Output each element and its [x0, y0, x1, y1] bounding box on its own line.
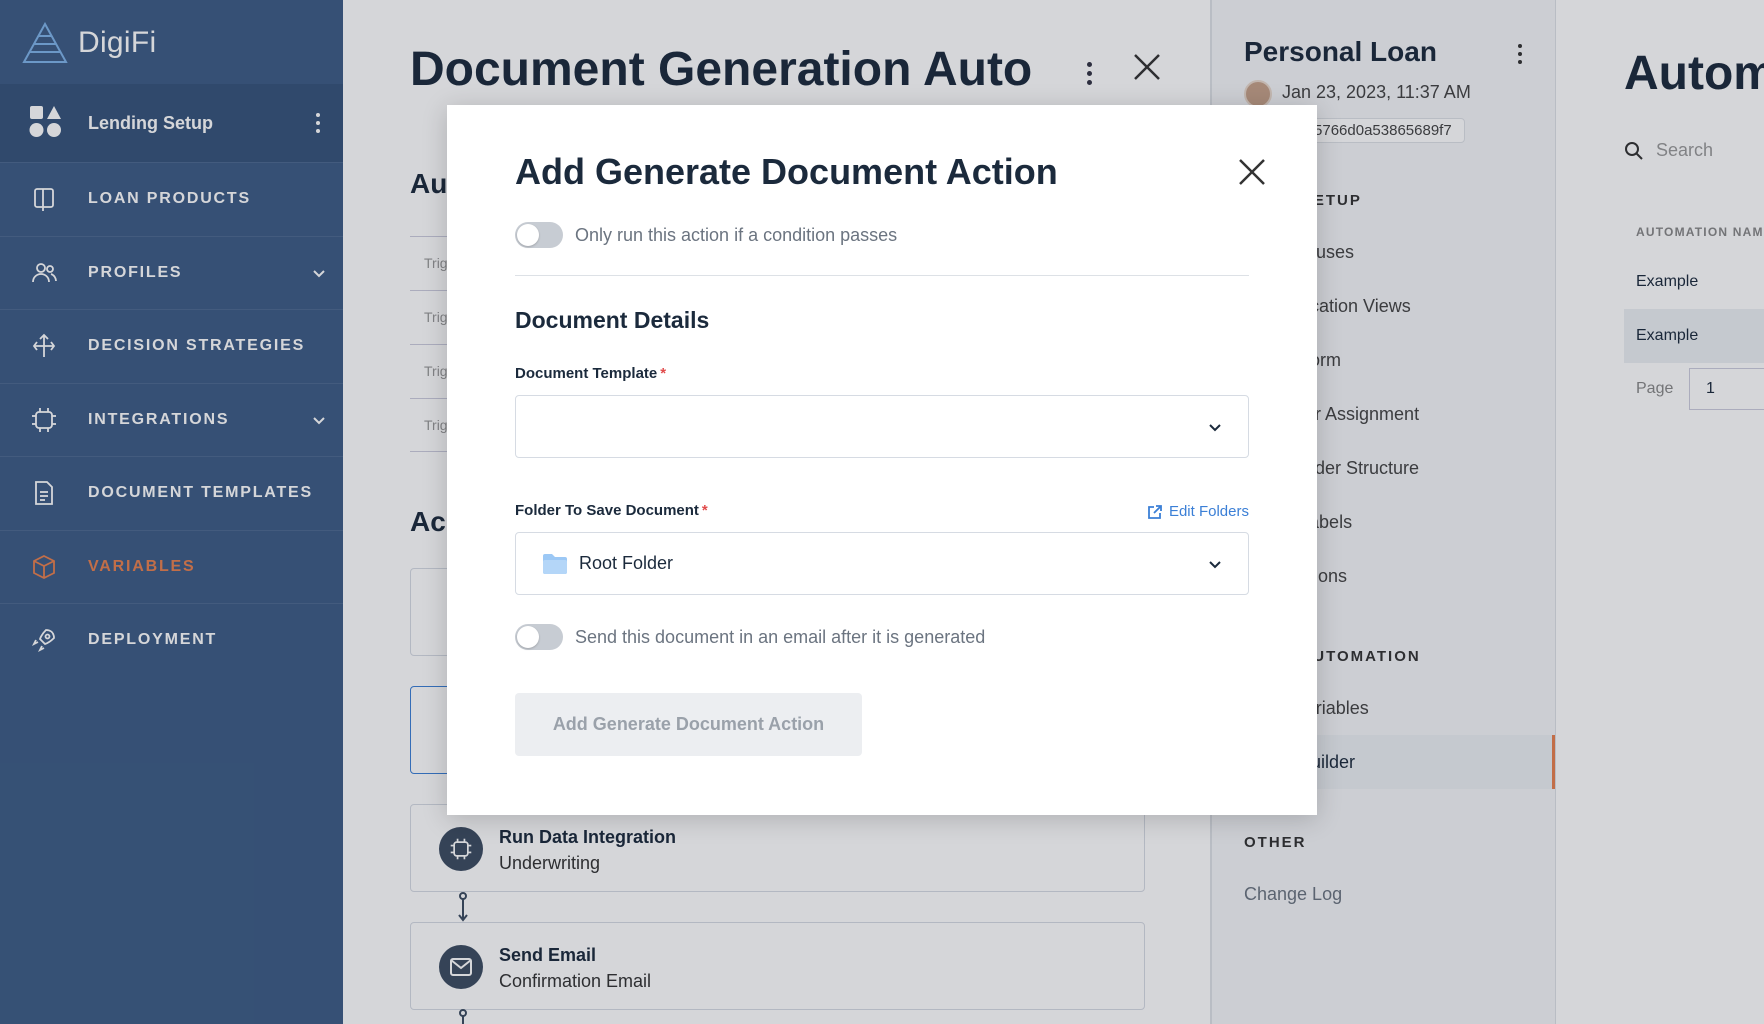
add-generate-document-modal: Add Generate Document Action Only run th… [447, 105, 1317, 815]
email-toggle[interactable] [515, 624, 563, 650]
condition-toggle-label: Only run this action if a condition pass… [575, 225, 898, 245]
external-link-icon [1148, 504, 1162, 519]
required-marker: * [660, 365, 667, 382]
chevron-down-icon [1209, 561, 1221, 569]
modal-title: Add Generate Document Action [515, 151, 1058, 192]
select-value: Root Folder [579, 553, 674, 573]
document-template-select[interactable] [515, 395, 1249, 458]
condition-toggle[interactable] [515, 222, 563, 248]
folder-select[interactable]: Root Folder [515, 532, 1249, 595]
folder-label: Folder To Save Document * [515, 502, 708, 519]
document-template-label: Document Template * [515, 365, 666, 382]
close-icon[interactable] [1237, 157, 1267, 187]
section-title: Document Details [515, 307, 710, 333]
divider [515, 275, 1249, 276]
folder-icon [543, 554, 567, 574]
add-generate-document-button[interactable]: Add Generate Document Action [515, 693, 862, 756]
field-label-text: Folder To Save Document [515, 502, 699, 519]
chevron-down-icon [1209, 424, 1221, 432]
edit-folders-label: Edit Folders [1168, 503, 1249, 520]
field-label-text: Document Template [515, 365, 658, 382]
edit-folders-link[interactable]: Edit Folders [1147, 503, 1249, 520]
email-toggle-label: Send this document in an email after it … [575, 627, 986, 647]
required-marker: * [701, 502, 708, 519]
